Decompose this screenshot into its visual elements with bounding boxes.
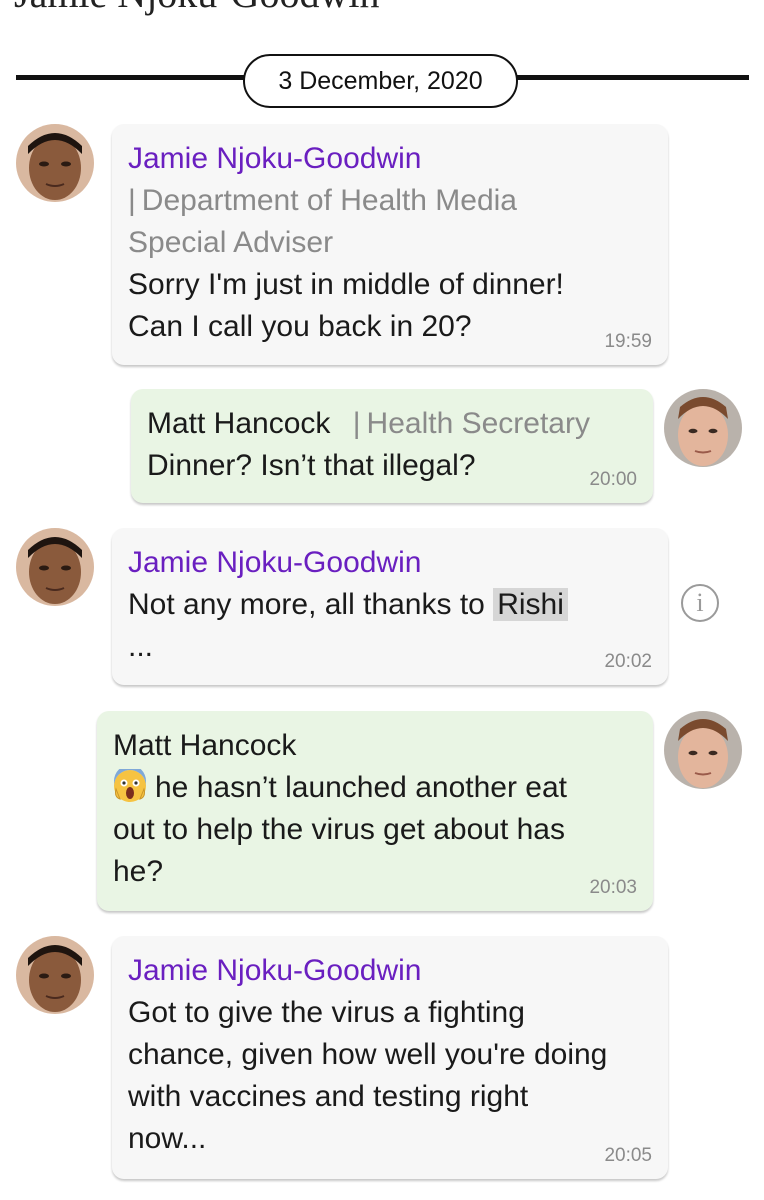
message-text-line: Sorry I'm just in middle of dinner! bbox=[128, 268, 564, 301]
info-icon[interactable]: i bbox=[681, 584, 719, 622]
message-bubble[interactable]: Matt Hancock he hasn’t launched another … bbox=[97, 711, 653, 911]
message-bubble[interactable]: Jamie Njoku-Goodwin Got to give the viru… bbox=[112, 936, 668, 1179]
sender-role-continued: Special Adviser bbox=[128, 226, 334, 259]
avatar-matt[interactable] bbox=[664, 711, 742, 789]
message-text-line: ... bbox=[128, 630, 154, 663]
sender-role: Department of Health Media bbox=[141, 184, 517, 217]
message-time: 20:02 bbox=[604, 651, 652, 672]
message-bubble[interactable]: Matt Hancock | Health Secretary Dinner? I… bbox=[131, 389, 653, 503]
message-text-line: Can I call you back in 20? bbox=[128, 310, 472, 343]
message-time: 20:00 bbox=[589, 469, 637, 490]
sender-name[interactable]: Matt Hancock bbox=[147, 407, 330, 440]
partial-header-title: Jamie Njoku-Goodwin bbox=[14, 0, 380, 17]
message-time: 20:03 bbox=[589, 877, 637, 898]
sender-name[interactable]: Jamie Njoku-Goodwin bbox=[128, 542, 652, 584]
avatar-matt[interactable] bbox=[664, 389, 742, 467]
message-text-line: Dinner? Isn’t that illegal? bbox=[147, 449, 476, 482]
message-text-line: chance, given how well you're doing bbox=[128, 1038, 608, 1071]
sender-name[interactable]: Matt Hancock bbox=[113, 725, 637, 767]
sender-name[interactable]: Jamie Njoku-Goodwin bbox=[128, 138, 652, 180]
sender-role: Health Secretary bbox=[366, 407, 590, 440]
message-text-line: out to help the virus get about has bbox=[113, 813, 565, 846]
message-text-line: he hasn’t launched another eat bbox=[155, 771, 567, 804]
message-time: 20:05 bbox=[604, 1145, 652, 1166]
message-bubble[interactable]: Jamie Njoku-Goodwin Not any more, all th… bbox=[112, 528, 668, 685]
message-time: 19:59 bbox=[604, 331, 652, 352]
message-text-line: he? bbox=[113, 855, 164, 888]
message-text-line: now... bbox=[128, 1122, 207, 1155]
scream-emoji-icon bbox=[113, 765, 147, 803]
message-text: Not any more, all thanks to bbox=[128, 588, 485, 621]
avatar-jamie[interactable] bbox=[16, 528, 94, 606]
message-bubble[interactable]: Jamie Njoku-Goodwin | Department of Healt… bbox=[112, 124, 668, 365]
role-separator: | bbox=[128, 184, 136, 217]
info-icon-glyph: i bbox=[696, 588, 704, 617]
avatar-jamie[interactable] bbox=[16, 124, 94, 202]
message-text-line: with vaccines and testing right bbox=[128, 1080, 529, 1113]
message-text-line: Got to give the virus a fighting bbox=[128, 996, 525, 1029]
sender-name[interactable]: Jamie Njoku-Goodwin bbox=[128, 950, 652, 992]
highlighted-word[interactable]: Rishi bbox=[493, 588, 568, 621]
role-separator: | bbox=[352, 407, 361, 440]
avatar-jamie[interactable] bbox=[16, 936, 94, 1014]
date-badge: 3 December, 2020 bbox=[243, 54, 518, 108]
